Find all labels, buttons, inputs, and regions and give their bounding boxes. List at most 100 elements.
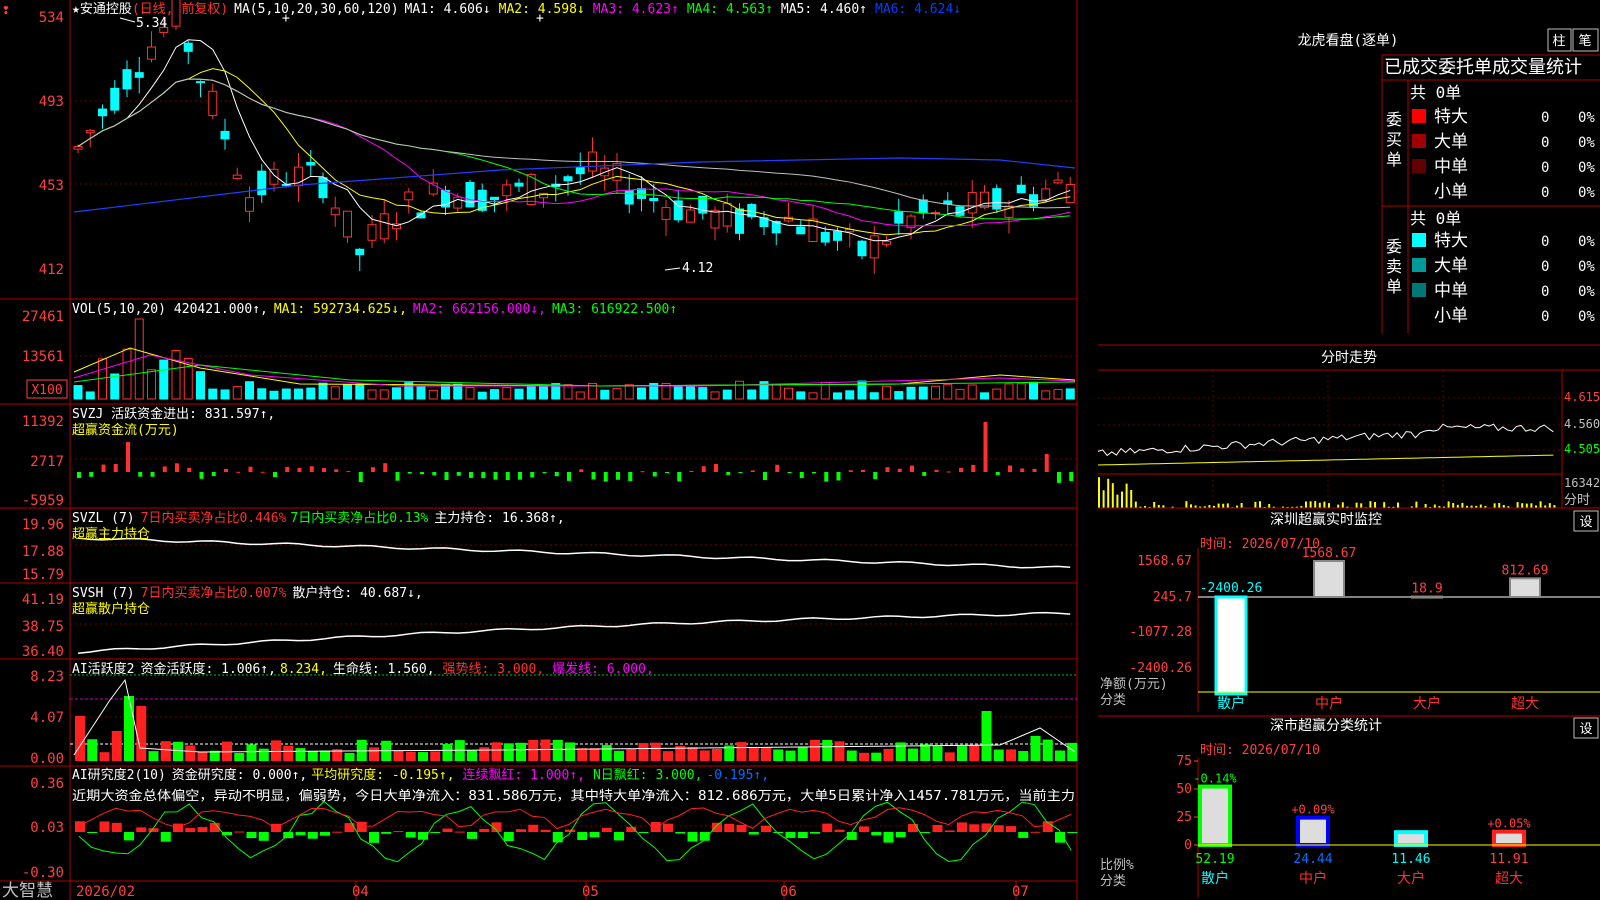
price-tick: 534 [39, 10, 64, 26]
volume-bar [257, 388, 267, 400]
intraday-vol-bar [1098, 477, 1100, 508]
ai1-bar [467, 750, 477, 761]
row-pct: 0% [1578, 110, 1595, 126]
ai2-bar [908, 823, 918, 832]
row-swatch [1412, 233, 1426, 247]
ai2-tick: -0.30 [22, 865, 64, 881]
ai1-bar [369, 747, 379, 761]
svzj-bar [113, 464, 118, 472]
chart-area[interactable]: 534 493 453 412 27461 13561 11392 2717 -… [0, 0, 1078, 900]
ai2-bar [111, 822, 122, 832]
ai1-bar [957, 746, 967, 761]
buy-total: 共 0单 [1410, 83, 1461, 102]
candle-body [343, 210, 352, 238]
ai2-bar [234, 831, 245, 833]
monitor-chart: 1568.67 245.7 -1077.28 -2400.26 -2400.26 散户 15… [1129, 546, 1600, 712]
row-count: 0 [1541, 110, 1549, 126]
candle-body [318, 177, 328, 199]
svzj-bar [726, 472, 731, 475]
monitor-settings-button[interactable]: 设 [1573, 510, 1599, 532]
svzj-bar [983, 422, 988, 472]
candle-body [1016, 184, 1026, 194]
row-label: 大单 [1434, 256, 1468, 276]
svzj-bar [836, 472, 841, 481]
ai2-bar [454, 831, 465, 833]
ai1-bar [246, 744, 257, 761]
svzj-bar [799, 472, 804, 479]
ai1-bar [75, 716, 85, 761]
ai1-bar [1067, 742, 1078, 761]
row-pct: 0% [1578, 259, 1595, 275]
svzj-bar [309, 466, 314, 472]
bi-button[interactable]: 笔 [1572, 28, 1599, 52]
ai1-bar [589, 748, 600, 761]
price-tick: 493 [39, 94, 64, 110]
ai2-bar [736, 824, 747, 832]
ai1-bar [320, 750, 330, 761]
row-count: 0 [1541, 234, 1549, 250]
volume-bar [967, 384, 977, 400]
ai1-bar [1018, 751, 1029, 761]
monitor-bar [1509, 577, 1541, 599]
monitor-category: 超大 [1511, 696, 1539, 712]
ai1-bar [993, 749, 1004, 761]
row-label: 特大 [1434, 231, 1468, 251]
svsh-tick: 36.40 [22, 644, 64, 660]
intraday-chart [1098, 423, 1556, 508]
svg-text:柱: 柱 [1552, 34, 1565, 49]
ai2-bar [540, 829, 551, 832]
sell-total: 共 0单 [1410, 209, 1461, 228]
svzj-bar [101, 464, 106, 472]
stats-category: 超大 [1495, 871, 1523, 887]
ai2-bar [1018, 832, 1029, 838]
ai1-bar [773, 749, 784, 761]
ai1-bar [234, 752, 245, 761]
intraday-price: 4.615 [1564, 390, 1600, 404]
volume-chart [73, 318, 1076, 400]
ai2-bar [246, 832, 257, 839]
vol-tick: 27461 [22, 309, 64, 325]
ai2-bar [712, 822, 722, 832]
ai2-bar [136, 827, 147, 832]
stats-time: 时间: 2026/07/10 [1200, 743, 1320, 758]
candle-body [1041, 188, 1051, 200]
svzj-bar [959, 467, 963, 472]
volume-bar [735, 380, 744, 400]
volume-bar [710, 391, 720, 400]
zhu-button[interactable]: 柱 [1547, 28, 1572, 52]
ai2-bar [356, 821, 367, 832]
row-swatch [1412, 184, 1426, 198]
ai1-bar [1055, 750, 1065, 761]
volume-bar [637, 387, 646, 400]
candle-body [453, 196, 463, 209]
svzj-bar [334, 469, 339, 472]
ai2-bar [185, 828, 196, 832]
ai2-bar [810, 832, 820, 834]
candle-body [894, 211, 904, 224]
stats-settings-button[interactable]: 设 [1573, 717, 1599, 739]
ai1-bar [111, 731, 122, 761]
ai1-bar [1030, 736, 1041, 761]
monitor-ytick: -1077.28 [1129, 625, 1192, 640]
monitor-ytick: 245.7 [1153, 590, 1192, 605]
svzj-bar [812, 472, 816, 474]
svzj-bar [138, 472, 143, 477]
ai2-bar [405, 832, 416, 838]
volume-bar [808, 392, 818, 400]
svzj-bar [150, 472, 155, 477]
monitor-category: 中户 [1315, 695, 1343, 712]
volume-bar [502, 387, 512, 400]
y-axis-labels: 534 493 453 412 27461 13561 11392 2717 -… [22, 10, 64, 881]
candle-body [134, 72, 144, 78]
intraday-vol: 16342 [1564, 476, 1600, 490]
svzj-tick: 2717 [30, 454, 64, 470]
candle-body [355, 248, 365, 256]
row-label: 中单 [1434, 157, 1468, 177]
stock-name: 安通控股 [80, 2, 132, 17]
monitor-unit2: 分类 [1100, 693, 1126, 708]
volume-bar [245, 381, 254, 400]
ai1-bar [173, 741, 183, 761]
candle-body [232, 174, 242, 179]
ai2-bar [993, 825, 1004, 832]
svzj-bar [554, 472, 559, 477]
